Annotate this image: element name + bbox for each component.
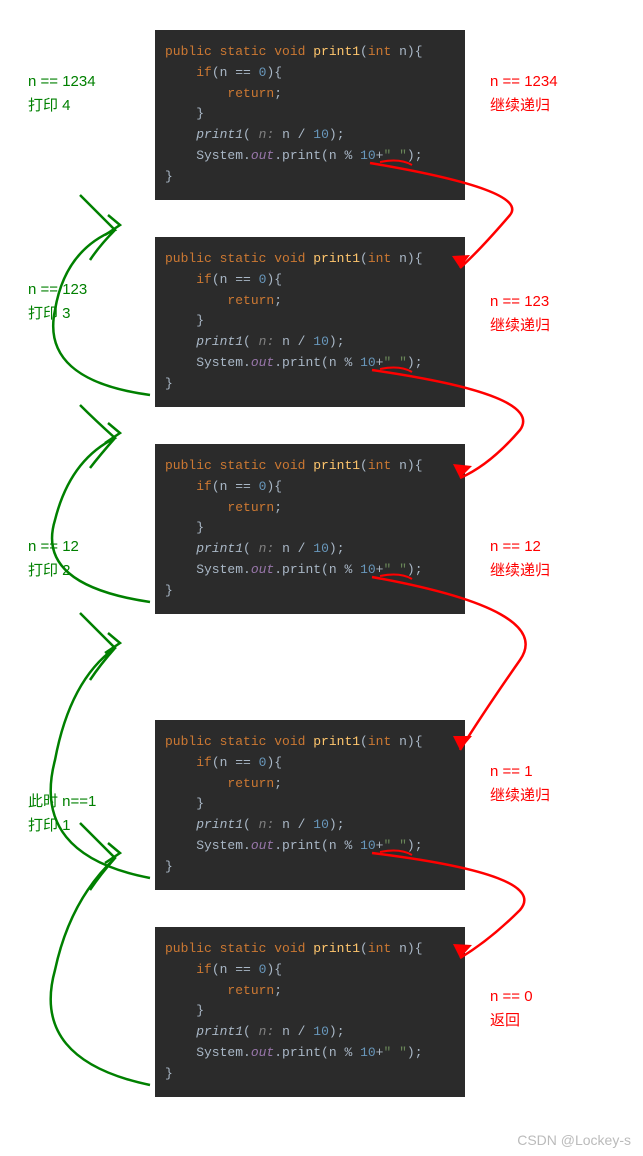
code-line: } (165, 857, 455, 878)
note-line: 继续递归 (490, 314, 550, 338)
note-line: 打印 4 (28, 94, 96, 118)
note-line: n == 123 (28, 278, 87, 302)
note-line: 此时 n==1 (28, 790, 96, 814)
left-note-1: n == 123打印 3 (28, 278, 87, 326)
right-note-4: n == 0返回 (490, 985, 533, 1033)
note-line: 打印 1 (28, 814, 96, 838)
code-block-2: public static void print1(int n){ if(n =… (155, 444, 465, 614)
code-line: public static void print1(int n){ (165, 939, 455, 960)
left-note-0: n == 1234打印 4 (28, 70, 96, 118)
code-line: if(n == 0){ (165, 477, 455, 498)
code-line: return; (165, 774, 455, 795)
code-line: } (165, 518, 455, 539)
note-line: n == 1234 (28, 70, 96, 94)
code-line: if(n == 0){ (165, 960, 455, 981)
code-line: return; (165, 291, 455, 312)
code-line: print1( n: n / 10); (165, 332, 455, 353)
note-line: n == 123 (490, 290, 550, 314)
note-line: 继续递归 (490, 559, 550, 583)
code-line: } (165, 794, 455, 815)
code-line: print1( n: n / 10); (165, 815, 455, 836)
right-note-0: n == 1234继续递归 (490, 70, 558, 118)
code-line: } (165, 374, 455, 395)
code-line: System.out.print(n % 10+" "); (165, 836, 455, 857)
right-note-1: n == 123继续递归 (490, 290, 550, 338)
code-line: public static void print1(int n){ (165, 42, 455, 63)
note-line: n == 1234 (490, 70, 558, 94)
note-line: n == 12 (490, 535, 550, 559)
note-line: 返回 (490, 1009, 533, 1033)
code-line: return; (165, 498, 455, 519)
code-line: return; (165, 981, 455, 1002)
note-line: n == 1 (490, 760, 550, 784)
note-line: 打印 3 (28, 302, 87, 326)
code-block-1: public static void print1(int n){ if(n =… (155, 237, 465, 407)
code-line: } (165, 581, 455, 602)
code-line: print1( n: n / 10); (165, 1022, 455, 1043)
code-line: return; (165, 84, 455, 105)
note-line: n == 12 (28, 535, 79, 559)
code-line: } (165, 1064, 455, 1085)
code-block-4: public static void print1(int n){ if(n =… (155, 927, 465, 1097)
code-line: print1( n: n / 10); (165, 539, 455, 560)
code-line: if(n == 0){ (165, 753, 455, 774)
code-line: } (165, 1001, 455, 1022)
code-line: if(n == 0){ (165, 63, 455, 84)
code-line: } (165, 311, 455, 332)
right-note-3: n == 1继续递归 (490, 760, 550, 808)
code-block-3: public static void print1(int n){ if(n =… (155, 720, 465, 890)
code-line: System.out.print(n % 10+" "); (165, 1043, 455, 1064)
note-line: n == 0 (490, 985, 533, 1009)
watermark: CSDN @Lockey-s (517, 1132, 631, 1148)
code-line: System.out.print(n % 10+" "); (165, 353, 455, 374)
code-line: } (165, 167, 455, 188)
code-line: System.out.print(n % 10+" "); (165, 146, 455, 167)
code-line: if(n == 0){ (165, 270, 455, 291)
code-line: public static void print1(int n){ (165, 456, 455, 477)
right-note-2: n == 12继续递归 (490, 535, 550, 583)
note-line: 打印 2 (28, 559, 79, 583)
code-line: public static void print1(int n){ (165, 732, 455, 753)
code-line: public static void print1(int n){ (165, 249, 455, 270)
code-block-0: public static void print1(int n){ if(n =… (155, 30, 465, 200)
left-note-2: n == 12打印 2 (28, 535, 79, 583)
note-line: 继续递归 (490, 94, 558, 118)
note-line: 继续递归 (490, 784, 550, 808)
code-line: System.out.print(n % 10+" "); (165, 560, 455, 581)
code-line: } (165, 104, 455, 125)
left-note-3: 此时 n==1打印 1 (28, 790, 96, 838)
code-line: print1( n: n / 10); (165, 125, 455, 146)
